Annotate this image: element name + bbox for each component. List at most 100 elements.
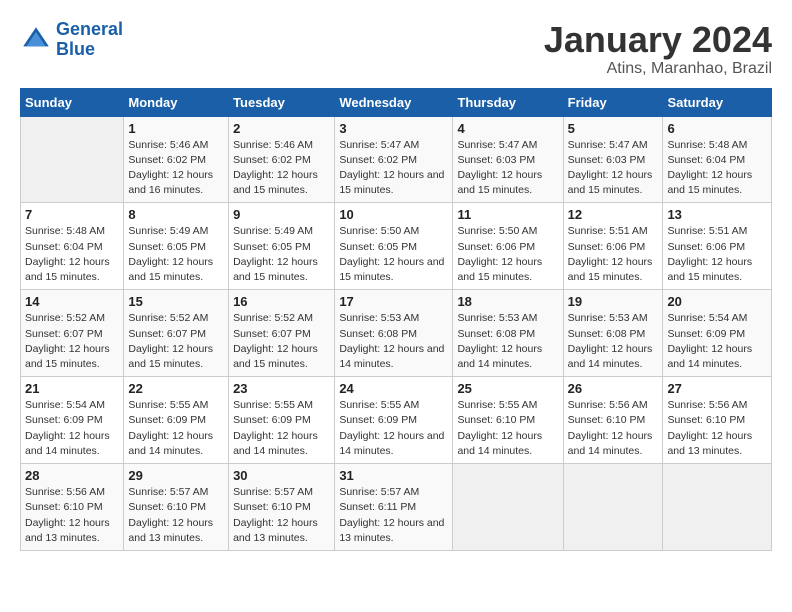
week-row-4: 21Sunrise: 5:54 AMSunset: 6:09 PMDayligh… — [21, 377, 772, 464]
day-info: Sunrise: 5:52 AMSunset: 6:07 PMDaylight:… — [128, 311, 224, 372]
day-number: 19 — [568, 294, 659, 309]
header-sunday: Sunday — [21, 88, 124, 116]
day-number: 11 — [457, 207, 558, 222]
calendar-cell: 17Sunrise: 5:53 AMSunset: 6:08 PMDayligh… — [335, 290, 453, 377]
calendar-cell: 7 Sunrise: 5:48 AMSunset: 6:04 PMDaylight… — [21, 203, 124, 290]
day-info: Sunrise: 5:55 AMSunset: 6:10 PMDaylight:… — [457, 398, 558, 459]
calendar-cell: 31 Sunrise: 5:57 AMSunset: 6:11 PMDayligh… — [335, 464, 453, 551]
logo-line2: Blue — [56, 39, 95, 59]
day-number: 17 — [339, 294, 448, 309]
logo-icon — [20, 24, 52, 56]
calendar-cell: 6 Sunrise: 5:48 AMSunset: 6:04 PMDaylight… — [663, 116, 772, 203]
header-monday: Monday — [124, 88, 229, 116]
calendar-cell: 19 Sunrise: 5:53 AMSunset: 6:08 PMDayligh… — [563, 290, 663, 377]
day-info: Sunrise: 5:48 AMSunset: 6:04 PMDaylight:… — [667, 138, 767, 199]
week-row-5: 28 Sunrise: 5:56 AMSunset: 6:10 PMDayligh… — [21, 464, 772, 551]
logo: General Blue — [20, 20, 123, 60]
calendar-cell: 24 Sunrise: 5:55 AMSunset: 6:09 PMDayligh… — [335, 377, 453, 464]
calendar-cell: 5 Sunrise: 5:47 AMSunset: 6:03 PMDaylight… — [563, 116, 663, 203]
calendar-cell: 12 Sunrise: 5:51 AMSunset: 6:06 PMDayligh… — [563, 203, 663, 290]
header-tuesday: Tuesday — [229, 88, 335, 116]
day-info: Sunrise: 5:47 AMSunset: 6:02 PMDaylight:… — [339, 138, 448, 199]
calendar-cell: 25 Sunrise: 5:55 AMSunset: 6:10 PMDayligh… — [453, 377, 563, 464]
calendar-cell: 3Sunrise: 5:47 AMSunset: 6:02 PMDaylight… — [335, 116, 453, 203]
day-number: 4 — [457, 121, 558, 136]
day-number: 28 — [25, 468, 119, 483]
day-number: 7 — [25, 207, 119, 222]
day-number: 2 — [233, 121, 330, 136]
calendar-cell: 28 Sunrise: 5:56 AMSunset: 6:10 PMDayligh… — [21, 464, 124, 551]
header: General Blue January 2024 Atins, Maranha… — [20, 20, 772, 78]
day-number: 6 — [667, 121, 767, 136]
calendar-cell: 20Sunrise: 5:54 AMSunset: 6:09 PMDayligh… — [663, 290, 772, 377]
day-info: Sunrise: 5:55 AMSunset: 6:09 PMDaylight:… — [233, 398, 330, 459]
day-info: Sunrise: 5:48 AMSunset: 6:04 PMDaylight:… — [25, 224, 119, 285]
header-thursday: Thursday — [453, 88, 563, 116]
day-number: 22 — [128, 381, 224, 396]
week-row-3: 14 Sunrise: 5:52 AMSunset: 6:07 PMDayligh… — [21, 290, 772, 377]
calendar-cell: 4Sunrise: 5:47 AMSunset: 6:03 PMDaylight… — [453, 116, 563, 203]
day-info: Sunrise: 5:55 AMSunset: 6:09 PMDaylight:… — [339, 398, 448, 459]
calendar-cell: 18 Sunrise: 5:53 AMSunset: 6:08 PMDayligh… — [453, 290, 563, 377]
day-number: 12 — [568, 207, 659, 222]
day-info: Sunrise: 5:56 AMSunset: 6:10 PMDaylight:… — [568, 398, 659, 459]
day-number: 5 — [568, 121, 659, 136]
day-number: 9 — [233, 207, 330, 222]
logo-line1: General — [56, 19, 123, 39]
calendar-cell: 23 Sunrise: 5:55 AMSunset: 6:09 PMDayligh… — [229, 377, 335, 464]
day-number: 10 — [339, 207, 448, 222]
calendar-table: SundayMondayTuesdayWednesdayThursdayFrid… — [20, 88, 772, 551]
day-number: 23 — [233, 381, 330, 396]
day-info: Sunrise: 5:49 AMSunset: 6:05 PMDaylight:… — [128, 224, 224, 285]
week-row-2: 7 Sunrise: 5:48 AMSunset: 6:04 PMDaylight… — [21, 203, 772, 290]
main-title: January 2024 — [544, 20, 772, 60]
day-info: Sunrise: 5:46 AMSunset: 6:02 PMDaylight:… — [233, 138, 330, 199]
calendar-cell: 16Sunrise: 5:52 AMSunset: 6:07 PMDayligh… — [229, 290, 335, 377]
day-info: Sunrise: 5:57 AMSunset: 6:10 PMDaylight:… — [128, 485, 224, 546]
calendar-cell: 21Sunrise: 5:54 AMSunset: 6:09 PMDayligh… — [21, 377, 124, 464]
calendar-cell — [563, 464, 663, 551]
day-info: Sunrise: 5:46 AMSunset: 6:02 PMDaylight:… — [128, 138, 224, 199]
day-info: Sunrise: 5:47 AMSunset: 6:03 PMDaylight:… — [568, 138, 659, 199]
header-wednesday: Wednesday — [335, 88, 453, 116]
day-info: Sunrise: 5:57 AMSunset: 6:10 PMDaylight:… — [233, 485, 330, 546]
day-number: 18 — [457, 294, 558, 309]
day-number: 27 — [667, 381, 767, 396]
calendar-cell: 11Sunrise: 5:50 AMSunset: 6:06 PMDayligh… — [453, 203, 563, 290]
calendar-cell: 22 Sunrise: 5:55 AMSunset: 6:09 PMDayligh… — [124, 377, 229, 464]
day-info: Sunrise: 5:56 AMSunset: 6:10 PMDaylight:… — [667, 398, 767, 459]
day-info: Sunrise: 5:51 AMSunset: 6:06 PMDaylight:… — [568, 224, 659, 285]
day-number: 14 — [25, 294, 119, 309]
calendar-cell: 13 Sunrise: 5:51 AMSunset: 6:06 PMDayligh… — [663, 203, 772, 290]
day-number: 20 — [667, 294, 767, 309]
day-number: 30 — [233, 468, 330, 483]
day-number: 21 — [25, 381, 119, 396]
day-info: Sunrise: 5:56 AMSunset: 6:10 PMDaylight:… — [25, 485, 119, 546]
day-info: Sunrise: 5:50 AMSunset: 6:05 PMDaylight:… — [339, 224, 448, 285]
sub-title: Atins, Maranhao, Brazil — [544, 60, 772, 78]
day-number: 24 — [339, 381, 448, 396]
calendar-cell: 26Sunrise: 5:56 AMSunset: 6:10 PMDayligh… — [563, 377, 663, 464]
day-number: 13 — [667, 207, 767, 222]
calendar-cell: 1 Sunrise: 5:46 AMSunset: 6:02 PMDaylight… — [124, 116, 229, 203]
day-info: Sunrise: 5:53 AMSunset: 6:08 PMDaylight:… — [568, 311, 659, 372]
day-info: Sunrise: 5:51 AMSunset: 6:06 PMDaylight:… — [667, 224, 767, 285]
day-info: Sunrise: 5:55 AMSunset: 6:09 PMDaylight:… — [128, 398, 224, 459]
title-area: January 2024 Atins, Maranhao, Brazil — [544, 20, 772, 78]
day-info: Sunrise: 5:52 AMSunset: 6:07 PMDaylight:… — [233, 311, 330, 372]
header-friday: Friday — [563, 88, 663, 116]
calendar-cell: 8 Sunrise: 5:49 AMSunset: 6:05 PMDaylight… — [124, 203, 229, 290]
calendar-cell: 30 Sunrise: 5:57 AMSunset: 6:10 PMDayligh… — [229, 464, 335, 551]
day-number: 1 — [128, 121, 224, 136]
day-info: Sunrise: 5:49 AMSunset: 6:05 PMDaylight:… — [233, 224, 330, 285]
day-number: 8 — [128, 207, 224, 222]
day-number: 25 — [457, 381, 558, 396]
calendar-cell — [21, 116, 124, 203]
day-number: 31 — [339, 468, 448, 483]
header-saturday: Saturday — [663, 88, 772, 116]
calendar-cell: 14Sunrise: 5:52 AMSunset: 6:07 PMDayligh… — [21, 290, 124, 377]
day-info: Sunrise: 5:57 AMSunset: 6:11 PMDaylight:… — [339, 485, 448, 546]
calendar-cell: 9 Sunrise: 5:49 AMSunset: 6:05 PMDaylight… — [229, 203, 335, 290]
calendar-cell: 10 Sunrise: 5:50 AMSunset: 6:05 PMDayligh… — [335, 203, 453, 290]
day-info: Sunrise: 5:53 AMSunset: 6:08 PMDaylight:… — [457, 311, 558, 372]
